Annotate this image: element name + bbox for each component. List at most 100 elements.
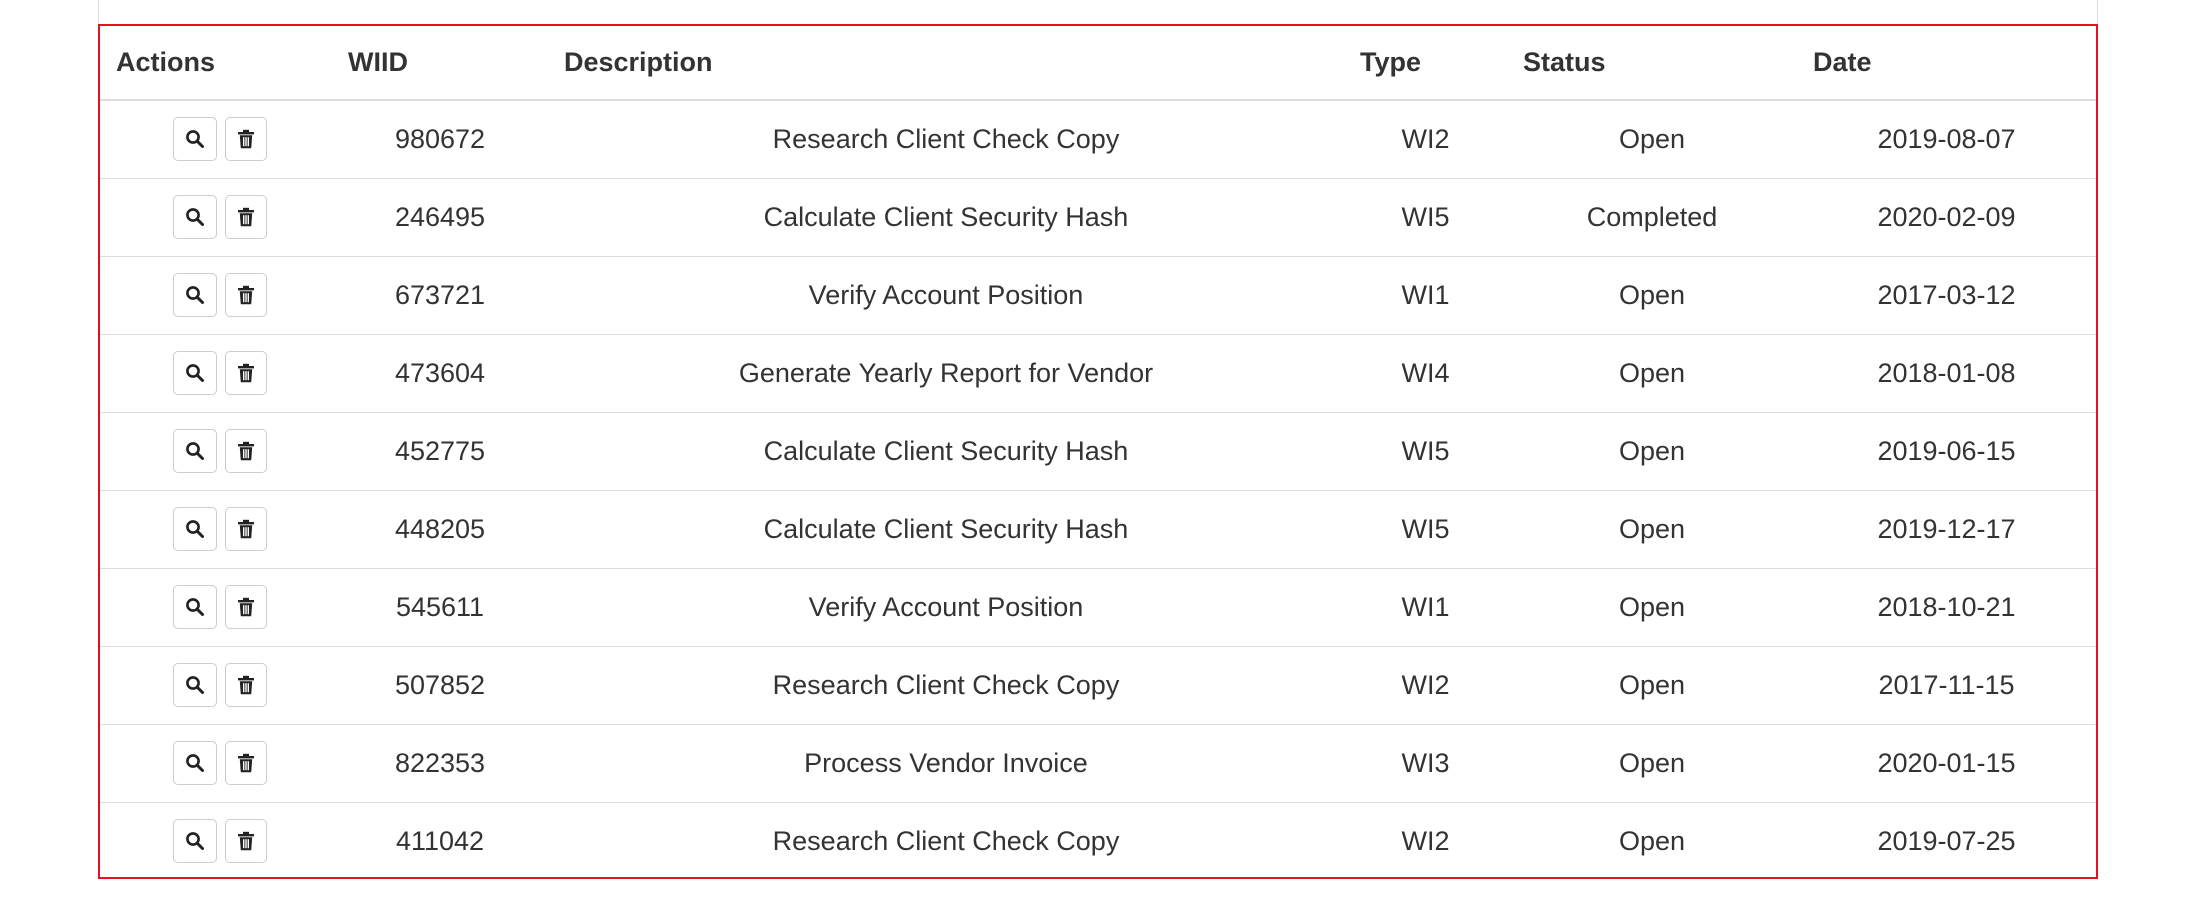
actions-cell bbox=[100, 177, 332, 256]
table-header-row: Actions WIID Description Type Status Dat… bbox=[100, 26, 2096, 101]
cell-date: 2019-12-17 bbox=[1797, 489, 2096, 568]
delete-button[interactable] bbox=[225, 195, 267, 239]
work-items-table-container: Actions WIID Description Type Status Dat… bbox=[98, 24, 2098, 880]
work-items-page: Actions WIID Description Type Status Dat… bbox=[0, 0, 2196, 904]
actions-cell bbox=[100, 489, 332, 568]
cell-status: Completed bbox=[1507, 177, 1797, 256]
cell-wiid: 545611 bbox=[332, 567, 548, 646]
header-status[interactable]: Status bbox=[1507, 26, 1797, 101]
trash-icon bbox=[237, 363, 255, 383]
delete-button[interactable] bbox=[225, 351, 267, 395]
cell-type: WI1 bbox=[1344, 567, 1507, 646]
table-row: 452775 Calculate Client Security Hash WI… bbox=[100, 411, 2096, 490]
search-icon bbox=[185, 519, 205, 539]
cell-date: 2017-11-15 bbox=[1797, 645, 2096, 724]
actions-cell bbox=[100, 100, 332, 178]
delete-button[interactable] bbox=[225, 117, 267, 162]
view-button[interactable] bbox=[173, 741, 217, 785]
cell-status: Open bbox=[1507, 567, 1797, 646]
delete-button[interactable] bbox=[225, 819, 267, 864]
view-button[interactable] bbox=[173, 195, 217, 239]
delete-button[interactable] bbox=[225, 273, 267, 317]
cell-date: 2018-01-08 bbox=[1797, 333, 2096, 412]
delete-button[interactable] bbox=[225, 741, 267, 785]
cell-date: 2018-10-21 bbox=[1797, 567, 2096, 646]
table-row: 246495 Calculate Client Security Hash WI… bbox=[100, 177, 2096, 256]
cell-type: WI3 bbox=[1344, 723, 1507, 802]
cell-wiid: 448205 bbox=[332, 489, 548, 568]
cell-date: 2019-08-07 bbox=[1877, 123, 2016, 154]
cell-type: WI1 bbox=[1344, 255, 1507, 334]
search-icon bbox=[185, 753, 205, 773]
panel-frame bbox=[98, 0, 2098, 24]
header-description[interactable]: Description bbox=[548, 26, 1344, 101]
search-icon bbox=[185, 597, 205, 617]
delete-button[interactable] bbox=[225, 429, 267, 473]
view-button[interactable] bbox=[173, 351, 217, 395]
table-row: 980672 Research Client Check Copy WI2 Op… bbox=[100, 100, 2096, 178]
cell-status: Open bbox=[1618, 123, 1686, 154]
table-row: 822353 Process Vendor Invoice WI3 Open 2… bbox=[100, 723, 2096, 802]
cell-status: Open bbox=[1507, 333, 1797, 412]
cell-status: Open bbox=[1507, 645, 1797, 724]
cell-description: Research Client Check Copy bbox=[772, 123, 1120, 154]
view-button[interactable] bbox=[173, 273, 217, 317]
cell-type: WI4 bbox=[1344, 333, 1507, 412]
view-button[interactable] bbox=[173, 663, 217, 707]
view-button[interactable] bbox=[173, 819, 217, 864]
actions-cell bbox=[100, 255, 332, 334]
work-items-table: Actions WIID Description Type Status Dat… bbox=[100, 26, 2096, 880]
cell-description: Research Client Check Copy bbox=[548, 801, 1344, 880]
table-row: 545611 Verify Account Position WI1 Open … bbox=[100, 567, 2096, 646]
cell-wiid: 246495 bbox=[332, 177, 548, 256]
search-icon bbox=[185, 363, 205, 383]
search-icon bbox=[185, 675, 205, 695]
cell-date: 2020-01-15 bbox=[1797, 723, 2096, 802]
table-row: 507852 Research Client Check Copy WI2 Op… bbox=[100, 645, 2096, 724]
view-button[interactable] bbox=[173, 585, 217, 629]
cell-wiid: 673721 bbox=[332, 255, 548, 334]
header-wiid[interactable]: WIID bbox=[332, 26, 548, 101]
delete-button[interactable] bbox=[225, 585, 267, 629]
cell-description: Process Vendor Invoice bbox=[548, 723, 1344, 802]
cell-description: Verify Account Position bbox=[548, 567, 1344, 646]
cell-date: 2017-03-12 bbox=[1797, 255, 2096, 334]
search-icon bbox=[185, 831, 205, 851]
cell-type: WI5 bbox=[1344, 411, 1507, 490]
table-row: 673721 Verify Account Position WI1 Open … bbox=[100, 255, 2096, 334]
trash-icon bbox=[237, 285, 255, 305]
trash-icon bbox=[237, 519, 255, 539]
cell-description: Verify Account Position bbox=[548, 255, 1344, 334]
cell-wiid: 473604 bbox=[332, 333, 548, 412]
actions-cell bbox=[100, 645, 332, 724]
cell-type: WI2 bbox=[1344, 801, 1507, 880]
delete-button[interactable] bbox=[225, 663, 267, 707]
view-button[interactable] bbox=[173, 429, 217, 473]
cell-description: Calculate Client Security Hash bbox=[548, 411, 1344, 490]
trash-icon bbox=[237, 441, 255, 461]
header-date[interactable]: Date bbox=[1797, 26, 2096, 101]
view-button[interactable] bbox=[173, 507, 217, 551]
cell-status: Open bbox=[1507, 411, 1797, 490]
cell-description: Calculate Client Security Hash bbox=[548, 489, 1344, 568]
cell-type: WI5 bbox=[1344, 177, 1507, 256]
search-icon bbox=[185, 285, 205, 305]
cell-description: Calculate Client Security Hash bbox=[548, 177, 1344, 256]
trash-icon bbox=[237, 753, 255, 773]
cell-wiid: 452775 bbox=[332, 411, 548, 490]
cell-description: Research Client Check Copy bbox=[548, 645, 1344, 724]
cell-wiid: 411042 bbox=[332, 801, 548, 880]
cell-wiid: 507852 bbox=[332, 645, 548, 724]
trash-icon bbox=[237, 129, 255, 149]
cell-wiid: 822353 bbox=[332, 723, 548, 802]
delete-button[interactable] bbox=[225, 507, 267, 551]
header-type[interactable]: Type bbox=[1344, 26, 1507, 101]
actions-cell bbox=[100, 801, 332, 880]
actions-cell bbox=[100, 723, 332, 802]
search-icon bbox=[185, 207, 205, 227]
cell-status: Open bbox=[1507, 723, 1797, 802]
view-button[interactable] bbox=[173, 117, 217, 162]
actions-cell bbox=[100, 567, 332, 646]
cell-date: 2020-02-09 bbox=[1797, 177, 2096, 256]
search-icon bbox=[185, 129, 205, 149]
